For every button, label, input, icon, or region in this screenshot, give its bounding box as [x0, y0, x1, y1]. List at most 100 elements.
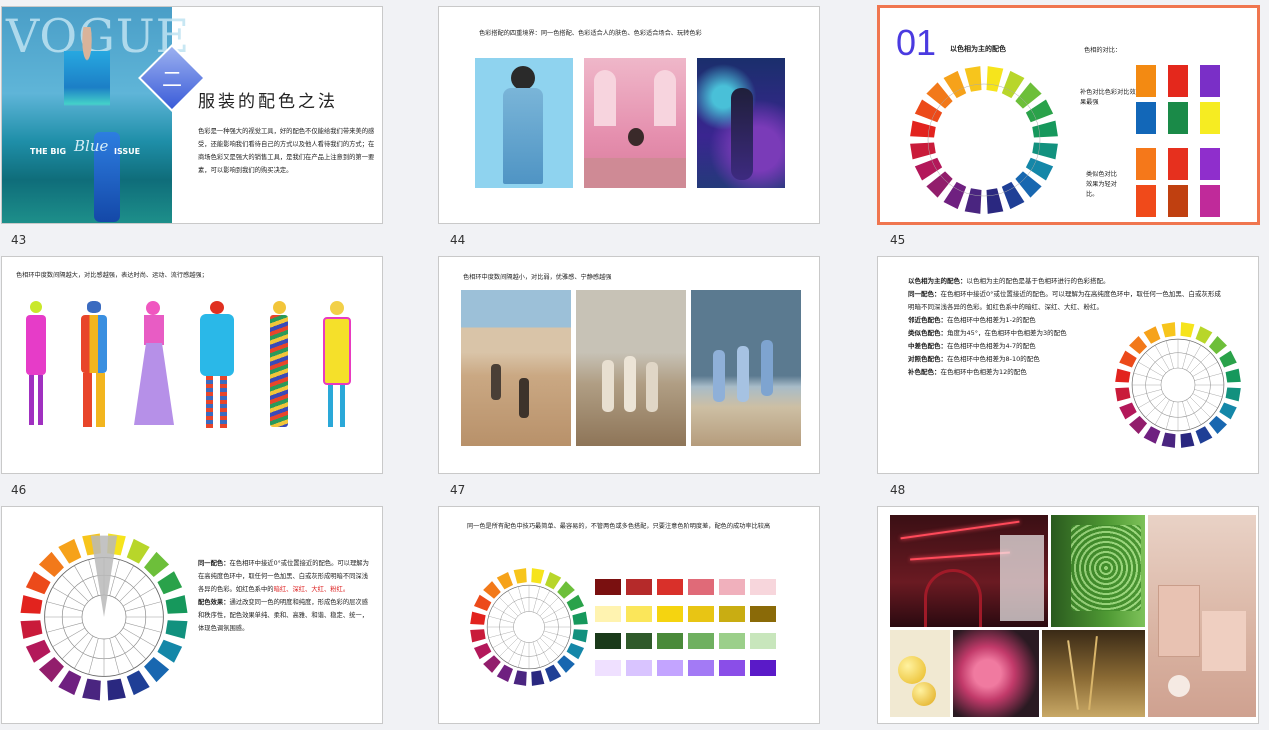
wheel-segment — [496, 571, 513, 590]
slide-thumbnail-50[interactable]: 同一色是所有配色中技巧最简单、最容易的，不管两色或多色搭配，只要注意色阶明度差，… — [438, 506, 820, 724]
swatch — [1136, 65, 1156, 97]
wheel-segment — [25, 639, 51, 663]
wheel-segment — [1032, 142, 1058, 160]
slide-number-48: 48 — [890, 483, 906, 497]
swatch — [750, 579, 776, 595]
swatch — [626, 579, 652, 595]
swatch — [1168, 102, 1188, 134]
swatch — [1200, 148, 1220, 180]
swatch — [657, 660, 683, 676]
vogue-cover-photo: VOGUE THE BIG Blue ISSUE — [2, 7, 189, 223]
wheel-segment — [165, 620, 188, 639]
wheel-segment — [1115, 368, 1131, 383]
wheel-segment — [1180, 432, 1195, 448]
slide-number-43: 43 — [11, 233, 27, 247]
photo-pink-room — [584, 58, 686, 188]
swatch — [657, 606, 683, 622]
photo-dunes — [461, 290, 571, 446]
model-lavender — [130, 301, 178, 429]
wheel-segment — [38, 657, 64, 683]
wheel-segment — [483, 581, 501, 599]
swatch — [595, 633, 621, 649]
photo-pink-texture — [953, 630, 1039, 717]
slide-thumbnail-51[interactable] — [877, 506, 1259, 724]
model-yellow — [318, 301, 356, 429]
slide-thumbnail-48[interactable]: 以色相为主的配色：以色相为主的配色是基于色相环进行的色彩搭配。 同一配色：在色相… — [877, 256, 1259, 474]
swatch — [626, 660, 652, 676]
swatch — [1200, 185, 1220, 217]
wheel-segment — [473, 594, 492, 611]
wheel-segment — [1208, 415, 1227, 434]
wheel-segment — [1219, 402, 1237, 420]
swatch — [1136, 185, 1156, 217]
wheel-segment — [1225, 387, 1241, 402]
swatch — [719, 660, 745, 676]
wheel-segment — [82, 678, 101, 701]
wheel-segment — [545, 571, 562, 590]
model-pink — [20, 301, 52, 429]
wheel-segment — [910, 142, 936, 160]
wheel-segment — [513, 670, 527, 686]
slide-number-47: 47 — [450, 483, 466, 497]
model-cyan — [194, 301, 238, 429]
big-number: 01 — [896, 22, 937, 63]
wheel-segment — [1015, 171, 1042, 198]
wheel-segment — [25, 571, 51, 595]
slide-thumbnail-44[interactable]: 色彩搭配的四重境界：同一色搭配、色彩适合人的肤色、色彩适合场合、玩转色彩 — [438, 6, 820, 224]
line-1: 同一配色：在色相环中接近0°或位置接近的配色。可以理解为在高纯度色环中，取任何一… — [908, 290, 1221, 311]
slide-thumbnail-49[interactable]: 同一配色：在色相环中接近0°或位置接近的配色。可以理解为在高纯度色环中，取任何一… — [1, 506, 383, 724]
swatch — [719, 606, 745, 622]
slide-thumbnail-46[interactable]: 色相环中度数间隔越大，对比感越强，表达时尚、运动、流行感越强； — [1, 256, 383, 474]
wheel-segment — [1119, 402, 1137, 420]
swatch — [626, 633, 652, 649]
wheel-segment — [566, 594, 585, 611]
wheel-segment — [566, 643, 585, 660]
wheel-segment — [126, 670, 150, 696]
swatch — [1136, 102, 1156, 134]
wheel-segment — [964, 188, 982, 214]
wheel-segment — [1143, 326, 1161, 344]
swatch — [595, 660, 621, 676]
wheel-segment — [157, 571, 183, 595]
hue-color-wheel — [910, 66, 1058, 214]
analogous-label: 类似色对比效果为轻对比。 — [1086, 171, 1117, 198]
wheel-segment — [1195, 426, 1213, 444]
wheel-segment — [557, 655, 575, 673]
photo-dried-grass — [1042, 630, 1145, 717]
photo-shore-blue — [691, 290, 801, 446]
wheel-segment — [1180, 322, 1195, 338]
slide-thumbnail-47[interactable]: 色相环中度数间隔越小，对比弱，优雅感、宁静感越强 — [438, 256, 820, 474]
wheel-segment — [144, 551, 170, 577]
wheel-segment — [1208, 336, 1227, 355]
wheel-segment — [1115, 387, 1131, 402]
wheel-segment — [496, 664, 513, 683]
wheel-segment — [1032, 120, 1058, 138]
wheel-segment — [964, 66, 982, 92]
photo-pink-interior — [1148, 515, 1256, 717]
wheel-segment — [926, 171, 953, 198]
photo-beach-group — [576, 290, 686, 446]
photo-floral-night — [697, 58, 785, 188]
wheel-segment — [545, 664, 562, 683]
wheel-segment — [1129, 336, 1148, 355]
wheel-segment — [58, 538, 82, 564]
swatch — [1168, 148, 1188, 180]
slide-number-45: 45 — [890, 233, 906, 247]
slide-thumbnail-45[interactable]: 01 以色相为主的配色 色相的对比： 补色对比色彩对比效果最强 类似色对比效果为… — [877, 5, 1260, 225]
slide-thumbnail-43[interactable]: VOGUE THE BIG Blue ISSUE 二 服装的配色之法 色彩是一种… — [1, 6, 383, 224]
swatch — [1136, 148, 1156, 180]
cover-script: Blue — [74, 137, 109, 155]
wheel-segment — [572, 611, 588, 625]
wheel-segment — [470, 629, 486, 643]
wheel-segment — [1129, 415, 1148, 434]
slide-body: 同一配色：在色相环中接近0°或位置接近的配色。可以理解为在高纯度色环中，取任何一… — [198, 560, 369, 632]
model-striped — [264, 301, 294, 429]
wheel-segment — [1119, 350, 1137, 368]
swatch — [1168, 185, 1188, 217]
swatch — [626, 606, 652, 622]
swatch-grid — [595, 579, 791, 689]
hue-color-wheel — [470, 568, 588, 686]
cover-line2: ISSUE — [114, 147, 141, 156]
wheel-segment — [1195, 326, 1213, 344]
wheel-segment — [473, 643, 492, 660]
